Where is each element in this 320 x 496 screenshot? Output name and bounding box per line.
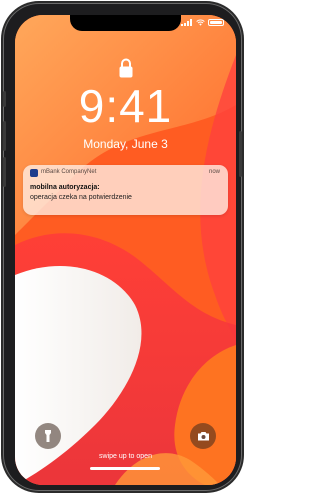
power-button (239, 131, 242, 177)
volume-up-button (3, 121, 6, 151)
swipe-up-hint: swipe up to open (99, 453, 152, 460)
volume-down-button (3, 157, 6, 187)
flashlight-icon (45, 430, 51, 442)
lock-icon (119, 58, 133, 78)
flashlight-button[interactable] (35, 423, 61, 449)
notification-card[interactable]: mBank CompanyNet now mobilna autoryzacja… (23, 165, 228, 215)
lock-screen: 9:41 Monday, June 3 mBank CompanyNet now… (15, 15, 236, 485)
camera-button[interactable] (190, 423, 216, 449)
notification-time: now (208, 169, 220, 175)
mute-switch (3, 91, 6, 107)
camera-icon (197, 432, 209, 441)
wifi-icon (196, 19, 205, 26)
signal-icon (181, 19, 193, 26)
app-icon (30, 169, 38, 177)
phone-frame: 9:41 Monday, June 3 mBank CompanyNet now… (3, 3, 242, 491)
battery-icon (208, 19, 224, 26)
notification-app-name: mBank CompanyNet (41, 169, 97, 175)
notification-title: mobilna autoryzacja: (30, 184, 100, 191)
camera-notch (70, 15, 181, 31)
clock-time: 9:41 (78, 80, 173, 132)
clock-date: Monday, June 3 (83, 137, 168, 151)
notification-body: operacja czeka na potwierdzenie (30, 194, 132, 201)
status-bar (181, 19, 224, 26)
home-indicator[interactable] (90, 467, 160, 470)
